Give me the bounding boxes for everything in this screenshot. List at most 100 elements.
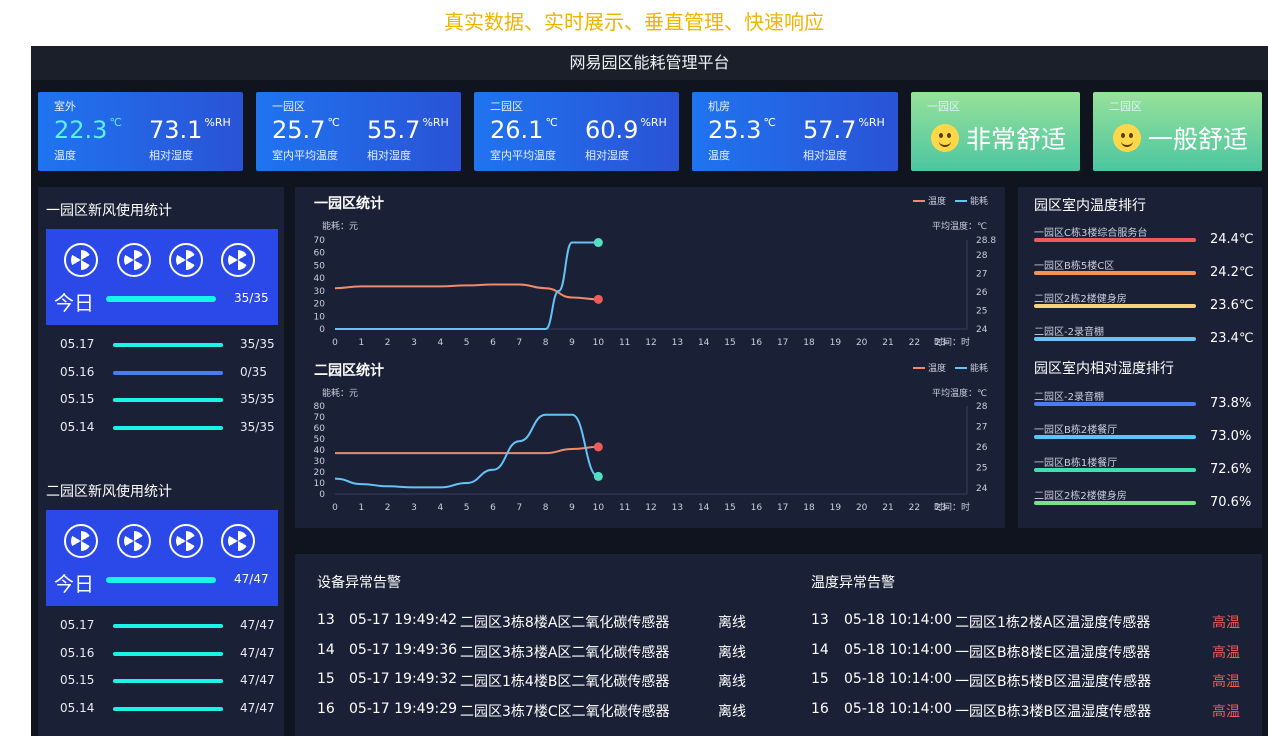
alert-row[interactable]: 13 05-18 10:14:00 二园区1栋2楼A区温湿度传感器 高温	[811, 612, 1251, 632]
rank-item: 二园区2栋2楼健身房 23.6℃	[1034, 290, 1254, 314]
row-progress-bar	[113, 679, 223, 683]
x-tick: 7	[516, 338, 522, 348]
card-temp-value: 22.3 ℃	[54, 116, 122, 144]
chart-title: 二园区统计	[314, 362, 384, 379]
x-tick: 11	[619, 338, 630, 348]
stats-charts: 一园区统计 温度 能耗能耗：元 平均温度：℃010203040506070242526…	[314, 195, 997, 513]
alert-time: 05-18 10:14:00	[844, 641, 953, 658]
x-tick: 17	[777, 503, 788, 513]
card-label: 二园区	[490, 100, 523, 113]
x-tick: 2	[385, 503, 391, 513]
rank-name: 二园区2栋2楼健身房	[1034, 491, 1127, 502]
y-tick-left: 0	[319, 490, 325, 500]
x-tick: 19	[830, 503, 842, 513]
alert-device: 一园区B栋5楼B区温湿度传感器	[955, 674, 1152, 690]
alert-row[interactable]: 14 05-18 10:14:00 一园区B栋8楼E区温湿度传感器 高温	[811, 642, 1251, 662]
card-server-room: 机房 25.3 ℃ 温度 57.7 %RH 相对湿度	[692, 92, 898, 171]
rank-value: 72.6%	[1210, 462, 1252, 477]
temp-rank-title: 园区室内温度排行	[1034, 198, 1146, 214]
y-tick-right: 27	[976, 422, 987, 432]
y-tick-right: 24	[976, 325, 988, 335]
alert-status: 高温	[1212, 644, 1240, 661]
series-line-temp	[335, 445, 599, 455]
row-progress-bar	[113, 706, 223, 711]
fresh-air-row: 05.16 0/35	[60, 365, 280, 381]
x-axis-label: 时间：时	[934, 336, 970, 348]
app-title: 网易园区能耗管理平台	[31, 46, 1268, 80]
rank-item: 一园区B栋5楼C区 24.2℃	[1034, 257, 1254, 281]
alert-device: 二园区1栋2楼A区温湿度传感器	[955, 615, 1151, 631]
card-temp-label: 温度	[54, 149, 76, 162]
legend-label-temp: 温度	[928, 362, 946, 374]
alert-row[interactable]: 13 05-17 19:49:42 二园区3栋8楼A区二氧化碳传感器 离线	[317, 612, 757, 632]
alert-device: 一园区B栋8楼E区温湿度传感器	[955, 644, 1151, 661]
fan-icon	[64, 524, 98, 558]
y-tick-left: 80	[314, 402, 326, 412]
alert-device: 一园区B栋3楼B区温湿度传感器	[955, 703, 1152, 720]
alert-time: 05-18 10:14:00	[844, 700, 953, 717]
card-humidity-value: 57.7 %RH	[803, 116, 885, 144]
fresh-air-row: 05.17 35/35	[60, 337, 280, 353]
y-tick-left: 20	[314, 300, 326, 310]
rank-name: 一园区C栋3楼综合服务台	[1034, 228, 1148, 239]
fresh-air-row: 05.15 47/47	[60, 673, 280, 689]
today-label: 今日	[54, 572, 94, 596]
fresh-air-title-park1: 一园区新风使用统计	[46, 203, 172, 219]
x-tick: 10	[593, 338, 605, 348]
x-tick: 9	[569, 338, 575, 348]
y-tick-left: 40	[314, 274, 326, 284]
rank-bar	[1034, 501, 1196, 505]
x-tick: 15	[724, 338, 735, 348]
rank-item: 二园区-2录音棚 23.4℃	[1034, 323, 1254, 347]
fresh-air-row: 05.14 35/35	[60, 420, 280, 436]
today-value: 47/47	[234, 572, 269, 586]
x-tick: 18	[803, 503, 815, 513]
alert-row[interactable]: 15 05-18 10:14:00 一园区B栋5楼B区温湿度传感器 高温	[811, 671, 1251, 691]
y-tick-left: 70	[314, 236, 326, 246]
y-tick-left: 60	[314, 249, 326, 259]
alert-row[interactable]: 16 05-17 19:49:29 二园区3栋7楼C区二氧化碳传感器 离线	[317, 701, 757, 721]
comfort-text: 一般舒适	[1148, 125, 1249, 154]
card-label: 一园区	[927, 100, 960, 113]
alert-time: 05-18 10:14:00	[844, 671, 953, 687]
rank-item: 二园区-2录音棚 73.8%	[1034, 388, 1251, 412]
row-value: 35/35	[240, 392, 275, 406]
alert-no: 14	[317, 641, 335, 658]
x-tick: 21	[882, 503, 893, 513]
y-tick-left: 30	[314, 457, 326, 467]
today-value: 35/35	[234, 291, 269, 305]
alert-status: 高温	[1212, 703, 1240, 720]
alert-no: 15	[811, 671, 829, 687]
alert-row[interactable]: 16 05-18 10:14:00 一园区B栋3楼B区温湿度传感器 高温	[811, 701, 1251, 721]
rank-value: 73.0%	[1210, 429, 1252, 444]
rank-name: 一园区B栋1楼餐厅	[1034, 458, 1118, 469]
alert-row[interactable]: 14 05-17 19:49:36 二园区3栋3楼A区二氧化碳传感器 离线	[317, 642, 757, 662]
card-temp-label: 室内平均温度	[490, 149, 556, 162]
card-label: 机房	[708, 100, 730, 113]
rank-value: 24.2℃	[1210, 265, 1254, 280]
card-outdoor: 室外 22.3 ℃ 温度 73.1 %RH 相对湿度	[38, 92, 243, 171]
alert-time: 05-17 19:49:42	[349, 612, 458, 628]
row-date: 05.16	[60, 645, 95, 660]
x-tick: 16	[751, 338, 763, 348]
y-tick-left: 10	[314, 312, 326, 322]
alerts-panel: 设备异常告警 温度异常告警 13 05-17 19:49:42 二园区3栋8楼A区二…	[295, 554, 1262, 736]
dashboard-frame: 网易园区能耗管理平台 室外 22.3 ℃ 温度 73.1 %RH 相对湿度 一园区 …	[31, 46, 1268, 736]
fresh-air-row: 05.14 47/47	[60, 701, 280, 717]
alert-row[interactable]: 15 05-17 19:49:32 二园区1栋4楼B区二氧化碳传感器 离线	[317, 671, 757, 691]
row-value: 47/47	[240, 673, 275, 687]
rank-item: 二园区2栋2楼健身房 70.6%	[1034, 487, 1251, 511]
series-end-point	[593, 294, 603, 304]
x-tick: 11	[619, 503, 630, 513]
comfort-text: 非常舒适	[966, 125, 1067, 154]
x-tick: 7	[516, 503, 522, 513]
x-tick: 6	[490, 503, 496, 513]
row-value: 0/35	[240, 364, 267, 379]
x-tick: 20	[856, 338, 868, 348]
x-tick: 6	[490, 338, 496, 348]
rank-bar	[1034, 468, 1196, 472]
x-tick: 22	[909, 338, 920, 348]
rank-bar	[1034, 435, 1196, 439]
rank-item: 一园区C栋3楼综合服务台 24.4℃	[1034, 224, 1254, 248]
y-tick-right: 28	[976, 402, 988, 412]
